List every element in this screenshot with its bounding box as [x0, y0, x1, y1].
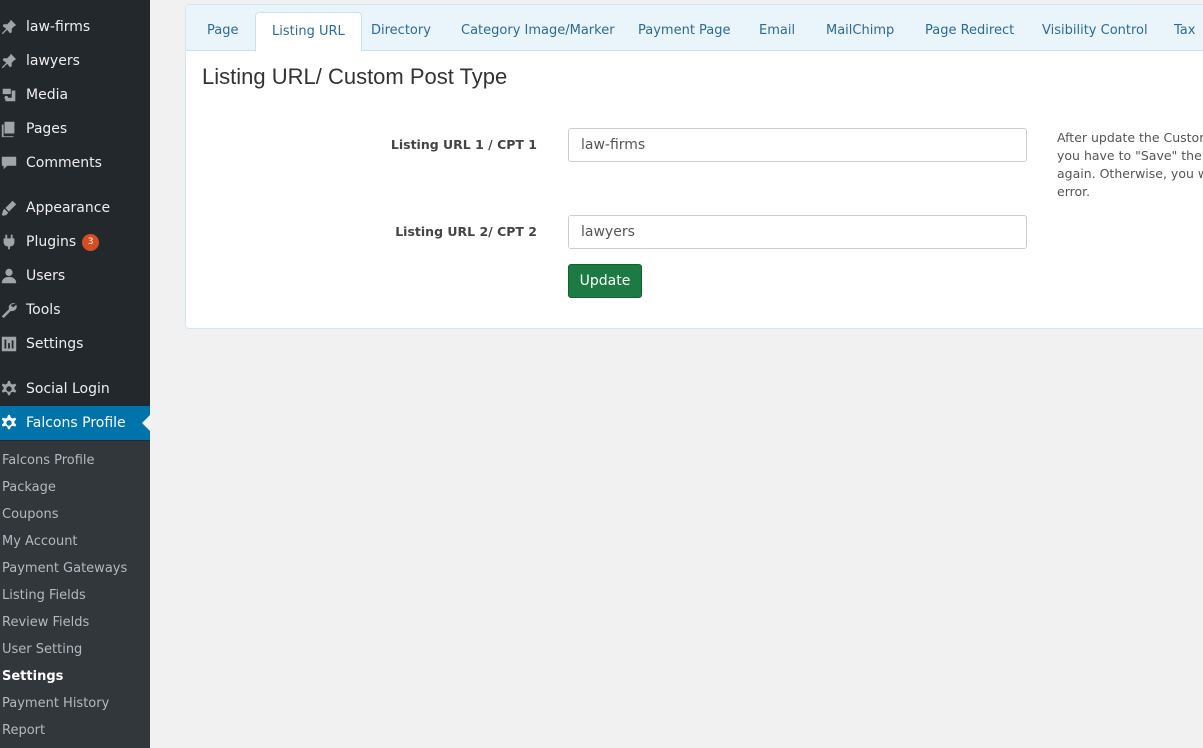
- submenu-item-payment-gateways[interactable]: Payment Gateways: [2, 561, 127, 576]
- menu-item-appearance[interactable]: Appearance: [0, 191, 150, 225]
- menu-item-label: lawyers: [26, 53, 80, 69]
- tab-directory[interactable]: Directory: [355, 12, 447, 51]
- tab-page-redirect[interactable]: Page Redirect: [909, 12, 1030, 51]
- help-text-line: again. Otherwise, you wi: [1057, 166, 1203, 181]
- menu-item-label: Pages: [26, 121, 68, 137]
- user-icon: [0, 266, 26, 286]
- submenu-item-payment-history[interactable]: Payment History: [2, 696, 109, 711]
- admin-sidebar: law-firms lawyers Media Pages Comments A…: [0, 0, 150, 748]
- listing-url-1-input[interactable]: [568, 128, 1027, 162]
- plugin-icon: [0, 232, 26, 252]
- menu-item-label: Social Login: [26, 381, 110, 397]
- settings-panel: Page Listing URL Directory Category Imag…: [185, 4, 1203, 329]
- gear-icon: [0, 413, 26, 433]
- menu-item-users[interactable]: Users: [0, 259, 150, 293]
- menu-item-plugins[interactable]: Plugins 3: [0, 225, 150, 259]
- menu-item-label: Appearance: [26, 200, 111, 216]
- tab-visibility-control[interactable]: Visibility Control: [1026, 12, 1164, 51]
- pin-icon: [0, 51, 26, 71]
- menu-item-label: Media: [26, 87, 69, 103]
- menu-item-media[interactable]: Media: [0, 78, 150, 112]
- help-text-line: you have to "Save" the p: [1057, 148, 1203, 163]
- tab-tax[interactable]: Tax: [1158, 12, 1203, 51]
- update-button[interactable]: Update: [568, 264, 642, 298]
- submenu-item-coupons[interactable]: Coupons: [2, 507, 59, 522]
- menu-item-pages[interactable]: Pages: [0, 112, 150, 146]
- help-text-line: After update the Custom: [1057, 130, 1203, 145]
- help-text: After update the Custom you have to "Sav…: [1057, 129, 1203, 201]
- submenu-item-report[interactable]: Report: [2, 723, 45, 738]
- gear-icon: [0, 379, 26, 399]
- menu-item-label: Users: [26, 268, 66, 284]
- help-text-line: error.: [1057, 184, 1091, 199]
- submenu-item-falcons-profile[interactable]: Falcons Profile: [2, 453, 95, 468]
- menu-item-comments[interactable]: Comments: [0, 146, 150, 180]
- tab-listing-url[interactable]: Listing URL: [255, 12, 362, 52]
- pages-icon: [0, 119, 26, 139]
- falcons-profile-submenu: Falcons Profile Package Coupons My Accou…: [0, 441, 150, 748]
- page-title: Listing URL/ Custom Post Type: [202, 64, 508, 89]
- submenu-item-user-setting[interactable]: User Setting: [2, 642, 82, 657]
- menu-item-label: Falcons Profile: [26, 415, 126, 431]
- settings-icon: [0, 334, 26, 354]
- media-icon: [0, 85, 26, 105]
- menu-item-label: Settings: [26, 336, 84, 352]
- brush-icon: [0, 198, 26, 218]
- tab-category-image-marker[interactable]: Category Image/Marker: [445, 12, 631, 51]
- listing-url-2-input[interactable]: [568, 215, 1027, 249]
- tab-page[interactable]: Page: [191, 12, 254, 51]
- listing-url-1-label: Listing URL 1 / CPT 1: [390, 137, 537, 152]
- tab-payment-page[interactable]: Payment Page: [622, 12, 747, 51]
- pin-icon: [0, 17, 26, 37]
- menu-item-label: Tools: [26, 302, 61, 318]
- tab-email[interactable]: Email: [743, 12, 811, 51]
- comments-icon: [0, 153, 26, 173]
- menu-item-label: Plugins: [26, 234, 77, 250]
- menu-item-tools[interactable]: Tools: [0, 293, 150, 327]
- menu-item-label: Comments: [26, 155, 102, 171]
- submenu-item-listing-fields[interactable]: Listing Fields: [2, 588, 86, 603]
- submenu-item-review-fields[interactable]: Review Fields: [2, 615, 89, 630]
- wrench-icon: [0, 300, 26, 320]
- submenu-item-package[interactable]: Package: [2, 480, 56, 495]
- submenu-item-my-account[interactable]: My Account: [2, 534, 78, 549]
- menu-item-social-login[interactable]: Social Login: [0, 372, 150, 406]
- menu-item-law-firms[interactable]: law-firms: [0, 10, 150, 44]
- listing-url-2-label: Listing URL 2/ CPT 2: [395, 224, 537, 239]
- menu-item-label: law-firms: [26, 19, 91, 35]
- menu-item-falcons-profile[interactable]: Falcons Profile: [0, 406, 150, 440]
- settings-tabs: Page Listing URL Directory Category Imag…: [186, 5, 1203, 52]
- tab-mailchimp[interactable]: MailChimp: [810, 12, 910, 51]
- menu-item-lawyers[interactable]: lawyers: [0, 44, 150, 78]
- menu-item-settings[interactable]: Settings: [0, 327, 150, 361]
- submenu-item-settings[interactable]: Settings: [2, 669, 63, 684]
- plugins-update-badge: 3: [82, 233, 100, 251]
